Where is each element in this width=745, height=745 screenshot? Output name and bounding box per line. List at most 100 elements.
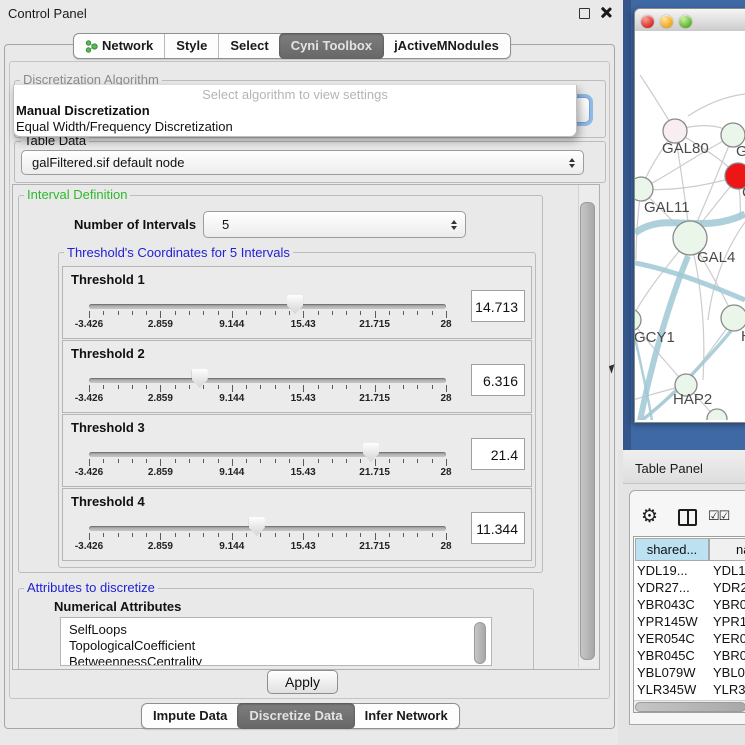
threshold-value-field[interactable]: 11.344 [471, 512, 525, 544]
slider-tick [446, 385, 447, 392]
cell-name[interactable]: YDR2 [713, 579, 745, 596]
slider-thumb[interactable] [192, 369, 208, 388]
network-node-label: GAL11 [644, 199, 690, 216]
slider-tick [160, 533, 161, 540]
slider-tick-label: 28 [418, 467, 474, 478]
slider-tick [432, 311, 433, 315]
attribute-list-item[interactable]: BetweennessCentrality [61, 654, 491, 666]
cell-shared-name[interactable]: YPR145W [637, 613, 698, 630]
attribute-list-item[interactable]: SelfLoops [61, 622, 491, 638]
checkbox-icons[interactable]: ☑☑ [708, 508, 729, 524]
table-row[interactable]: YDL19... YDL1 [634, 562, 745, 579]
table-row[interactable]: YBL079W YBL0 [634, 664, 745, 681]
float-panel-icon[interactable] [579, 8, 590, 19]
dropdown-option-manual[interactable]: Manual Discretization [14, 103, 576, 119]
threshold-value-field[interactable]: 6.316 [471, 364, 525, 396]
numerical-attributes-list[interactable]: SelfLoopsTopologicalCoefficientBetweenne… [60, 617, 492, 666]
slider-tick [360, 311, 361, 315]
table-data-combobox[interactable]: galFiltered.sif default node [21, 150, 584, 175]
network-node[interactable] [635, 177, 653, 201]
cell-name[interactable]: YBR0 [713, 596, 745, 613]
threshold-value-field[interactable]: 21.4 [471, 438, 525, 470]
cell-shared-name[interactable]: YBR043C [637, 596, 695, 613]
slider-tick [103, 385, 104, 389]
slider-tick-label: 28 [418, 319, 474, 330]
zoom-window-icon[interactable] [679, 15, 692, 28]
cell-shared-name[interactable]: YER054C [637, 630, 695, 647]
slider-tick [360, 459, 361, 463]
list-scrollbar-thumb[interactable] [474, 622, 486, 664]
threshold-value-field[interactable]: 14.713 [471, 290, 525, 322]
cell-name[interactable]: YDL1 [713, 562, 745, 579]
cell-shared-name[interactable]: YDR27... [637, 579, 690, 596]
network-node[interactable] [635, 309, 641, 331]
slider-tick [118, 311, 119, 315]
dropdown-option-equal-width[interactable]: Equal Width/Frequency Discretization [14, 119, 576, 135]
network-node-label: GCY1 [635, 329, 675, 346]
gear-icon[interactable]: ⚙ [641, 507, 658, 526]
cell-name[interactable]: YBR0 [713, 647, 745, 664]
slider-tick [175, 533, 176, 537]
slider-tick [303, 311, 304, 318]
tab-discretize-data[interactable]: Discretize Data [237, 703, 354, 729]
slider-tick [260, 311, 261, 315]
cell-shared-name[interactable]: YBR045C [637, 647, 695, 664]
slider-track[interactable] [89, 452, 446, 457]
table-row[interactable]: YDR27... YDR2 [634, 579, 745, 596]
tab-style[interactable]: Style [164, 34, 218, 58]
tab-network[interactable]: Network [74, 34, 164, 58]
table-row[interactable]: YER054C YER0 [634, 630, 745, 647]
slider-tick [89, 311, 90, 318]
num-intervals-combobox[interactable]: 5 [203, 211, 466, 238]
cell-name[interactable]: YIL0 [713, 698, 740, 699]
slider-tick [417, 533, 418, 537]
tab-cyni-toolbox[interactable]: Cyni Toolbox [279, 33, 384, 59]
close-window-icon[interactable] [641, 15, 654, 28]
horizontal-scrollbar[interactable] [634, 700, 745, 712]
table-row[interactable]: YPR145W YPR1 [634, 613, 745, 630]
cell-name[interactable]: YPR1 [713, 613, 745, 630]
slider-tick [332, 533, 333, 537]
network-edge [641, 177, 737, 190]
slider-tick [189, 311, 190, 315]
minimize-window-icon[interactable] [660, 15, 673, 28]
attribute-list-item[interactable]: TopologicalCoefficient [61, 638, 491, 654]
cell-shared-name[interactable]: YLR345W [637, 681, 696, 698]
split-column-icon[interactable] [678, 509, 697, 526]
table-row[interactable]: YIL052C YIL0 [634, 698, 745, 699]
slider-track[interactable] [89, 526, 446, 531]
table-data-value: galFiltered.sif default node [22, 155, 563, 170]
slider-track[interactable] [89, 378, 446, 383]
tab-impute-data[interactable]: Impute Data [142, 704, 238, 728]
cell-shared-name[interactable]: YDL19... [637, 562, 688, 579]
slider-track[interactable] [89, 304, 446, 309]
tab-infer-network[interactable]: Infer Network [354, 704, 459, 728]
slider-tick [346, 385, 347, 389]
dropdown-hint: Select algorithm to view settings [14, 85, 576, 103]
table-row[interactable]: YLR345W YLR3 [634, 681, 745, 698]
horizontal-scrollbar-thumb[interactable] [635, 702, 745, 712]
column-header-shared[interactable]: shared... [635, 538, 709, 561]
network-edge [708, 222, 745, 320]
network-canvas[interactable]: GAL80GACGAL11GAL4GCY1HHAP2 [635, 31, 745, 420]
tab-jactivemnodules[interactable]: jActiveMNodules [383, 34, 510, 58]
cell-shared-name[interactable]: YIL052C [637, 698, 688, 699]
cell-name[interactable]: YBL0 [713, 664, 745, 681]
close-icon[interactable] [600, 6, 612, 18]
slider-tick-label: 21.715 [347, 393, 403, 404]
tab-select[interactable]: Select [218, 34, 279, 58]
column-header-name[interactable]: na [709, 538, 745, 561]
apply-button[interactable]: Apply [267, 670, 338, 694]
slider-thumb[interactable] [249, 517, 265, 536]
slider-tick [260, 459, 261, 463]
vertical-scrollbar-thumb[interactable] [580, 202, 595, 660]
slider-thumb[interactable] [363, 443, 379, 462]
table-row[interactable]: YBR045C YBR0 [634, 647, 745, 664]
table-row[interactable]: YBR043C YBR0 [634, 596, 745, 613]
tab-label: Discretize Data [249, 704, 342, 728]
cell-name[interactable]: YLR3 [713, 681, 745, 698]
slider-tick [389, 459, 390, 463]
cell-shared-name[interactable]: YBL079W [637, 664, 696, 681]
slider-tick [332, 459, 333, 463]
cell-name[interactable]: YER0 [713, 630, 745, 647]
